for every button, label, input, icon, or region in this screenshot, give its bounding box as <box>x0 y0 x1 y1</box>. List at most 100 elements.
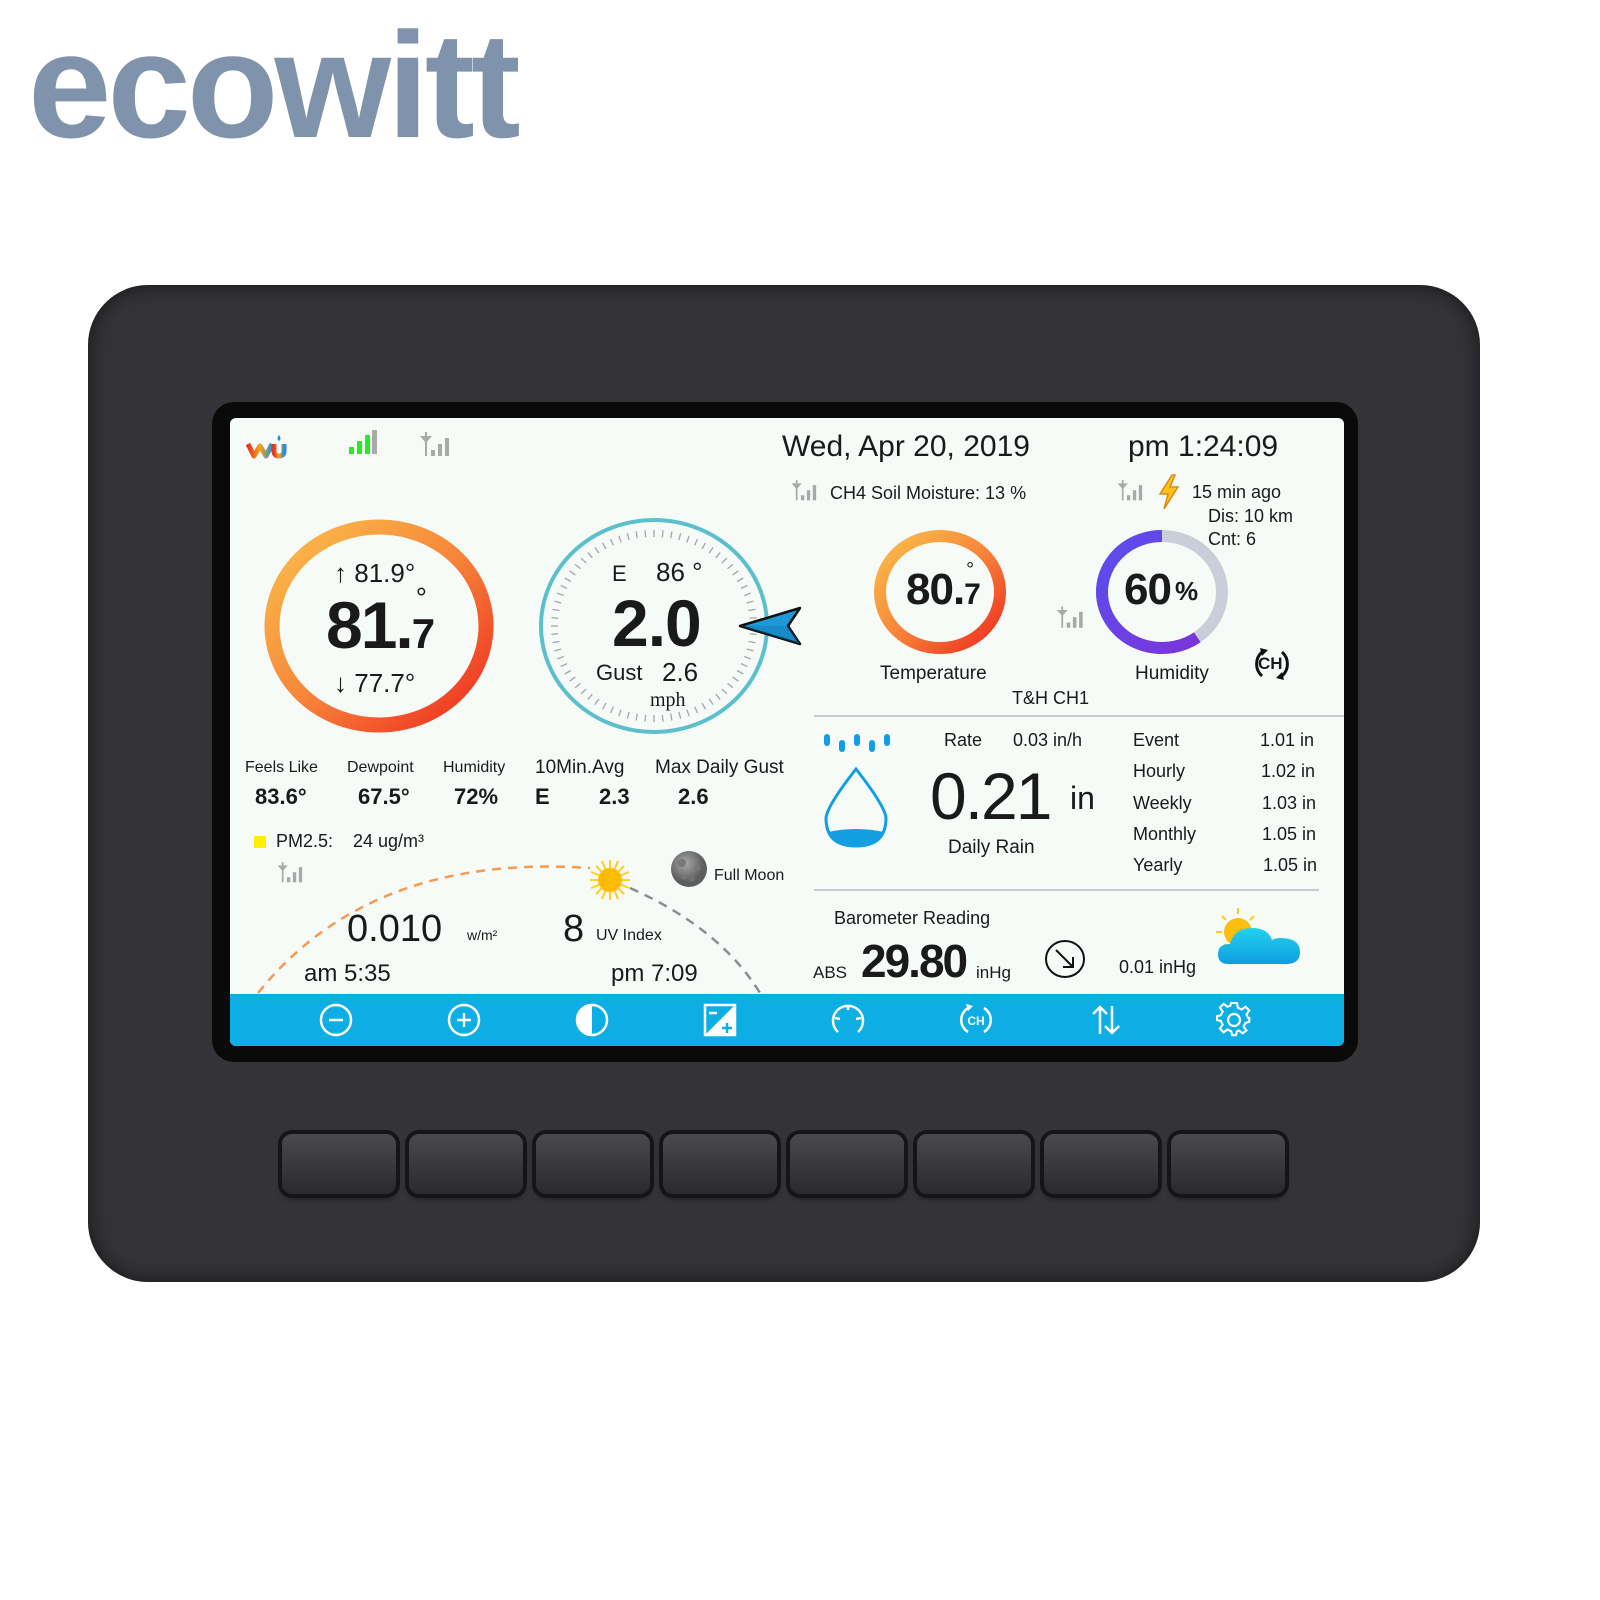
compass-tick <box>552 608 560 612</box>
compass-tick <box>556 655 565 660</box>
zoom-out-button[interactable] <box>318 1002 354 1038</box>
channel-humidity-value: 60 <box>1124 565 1172 614</box>
partly-cloudy-icon <box>1216 908 1300 964</box>
compass-tick <box>552 640 560 644</box>
moon-phase-label: Full Moon <box>714 867 785 884</box>
feels-like-label: Feels Like <box>245 759 318 776</box>
channel-button[interactable]: CH <box>958 1002 994 1038</box>
compass-tick <box>670 531 673 539</box>
soil-signal-icon <box>791 480 817 501</box>
compass-tick <box>587 693 593 700</box>
uv-index-label: UV Index <box>596 927 662 944</box>
compass-tick <box>670 713 673 721</box>
rain-weekly-value: 1.03 in <box>1262 793 1317 813</box>
compass-tick <box>693 538 699 546</box>
zoom-in-button[interactable] <box>446 1002 482 1038</box>
compass-tick <box>560 584 568 589</box>
compass-tick <box>594 698 600 706</box>
hardware-button-7[interactable] <box>1044 1134 1158 1194</box>
barometer-title: Barometer Reading <box>834 908 991 928</box>
wind-degrees: 86 ° <box>656 557 703 587</box>
solar-radiation-unit: w/m² <box>467 927 498 943</box>
gust-value: 2.6 <box>662 657 699 687</box>
sunset-time: pm 7:09 <box>611 960 698 987</box>
compass-tick <box>635 531 638 539</box>
wind-avg-direction: E <box>535 784 550 809</box>
wind-speed: 2.0 <box>612 586 702 660</box>
compass-tick <box>732 676 739 682</box>
hardware-button-4[interactable] <box>663 1134 777 1194</box>
rain-hourly-label: Hourly <box>1133 761 1186 781</box>
rain-yearly-label: Yearly <box>1133 855 1183 875</box>
date-display: Wed, Apr 20, 2019 <box>782 430 1030 463</box>
rain-weekly-label: Weekly <box>1133 793 1192 813</box>
compass-tick <box>727 563 734 570</box>
barometer-value: 29.80 <box>861 935 968 987</box>
divider-rain <box>814 715 1344 717</box>
compass-tick <box>587 552 593 559</box>
compass-tick <box>686 709 690 717</box>
temp-high: ↑ 81.9° <box>334 558 416 588</box>
compass-tick <box>746 648 754 652</box>
compass-tick <box>618 709 622 717</box>
wind-avg-value: 2.3 <box>599 784 630 809</box>
compass-tick <box>701 542 707 550</box>
barometer-mode: ABS <box>813 963 848 982</box>
hardware-button-6[interactable] <box>917 1134 1031 1194</box>
soil-moisture-label: CH4 Soil Moisture: 13 % <box>830 483 1027 503</box>
compass-tick <box>551 633 559 636</box>
compass-tick <box>556 592 565 597</box>
compass-tick <box>644 714 647 722</box>
channel-signal-icon <box>1056 606 1083 628</box>
uv-index-value: 8 <box>563 908 585 950</box>
compass-tick <box>715 693 721 700</box>
compass-tick <box>569 570 576 576</box>
channel-temp-label: Temperature <box>880 663 987 684</box>
up-down-arrows-icon <box>1092 1005 1120 1035</box>
channel-label: T&H CH1 <box>1012 688 1090 708</box>
rain-hourly-value: 1.02 in <box>1261 761 1316 781</box>
wind-settings-button[interactable] <box>830 1002 866 1038</box>
compass-tick <box>732 570 739 576</box>
wunderground-logo-icon <box>246 435 287 459</box>
humidity-value: 72% <box>454 784 499 809</box>
wind-direction-arrow-icon <box>738 606 802 646</box>
rain-monthly-value: 1.05 in <box>1262 824 1317 844</box>
contrast-button[interactable] <box>574 1002 610 1038</box>
daily-rain-value: 0.21 <box>930 759 1052 833</box>
compass-tick <box>609 706 615 714</box>
compass-tick <box>740 663 748 668</box>
compass-tick <box>580 688 587 695</box>
compass-tick <box>686 535 690 543</box>
bottom-toolbar: CH <box>230 994 1344 1046</box>
time-display: pm 1:24:09 <box>1128 430 1279 463</box>
compass-tick <box>678 533 682 541</box>
settings-button[interactable] <box>1215 1001 1252 1038</box>
compass-tick <box>551 616 559 619</box>
plus-circle-icon <box>447 1003 481 1037</box>
lightning-bolt-icon <box>1158 474 1180 510</box>
hardware-button-8[interactable] <box>1171 1134 1285 1194</box>
sun-icon <box>590 860 630 900</box>
hardware-button-3[interactable] <box>536 1134 650 1194</box>
compass-tick <box>748 608 756 612</box>
rain-rate-value: 0.03 in/h <box>1013 730 1083 750</box>
hardware-button-2[interactable] <box>409 1134 523 1194</box>
hardware-button-1[interactable] <box>282 1134 396 1194</box>
compass-tick <box>554 600 562 604</box>
compass-tick <box>736 577 744 583</box>
channel-cycle-button[interactable]: CH <box>1248 644 1296 684</box>
hardware-button-5[interactable] <box>790 1134 904 1194</box>
compass-tick <box>601 702 607 710</box>
channel-temp-value: 80. ° 7 <box>906 559 981 614</box>
daily-rain-unit: in <box>1070 780 1095 816</box>
rain-rate-label: Rate <box>944 730 983 750</box>
compass-tick <box>678 711 682 719</box>
sort-button[interactable] <box>1088 1002 1124 1038</box>
wifi-signal-icon <box>349 430 377 454</box>
compass-tick <box>743 592 752 597</box>
wind-avg-label: 10Min.Avg <box>535 757 625 778</box>
calibration-button[interactable] <box>702 1002 738 1038</box>
channel-cycle-icon: CH <box>959 1004 993 1034</box>
compass-tick <box>736 669 744 675</box>
